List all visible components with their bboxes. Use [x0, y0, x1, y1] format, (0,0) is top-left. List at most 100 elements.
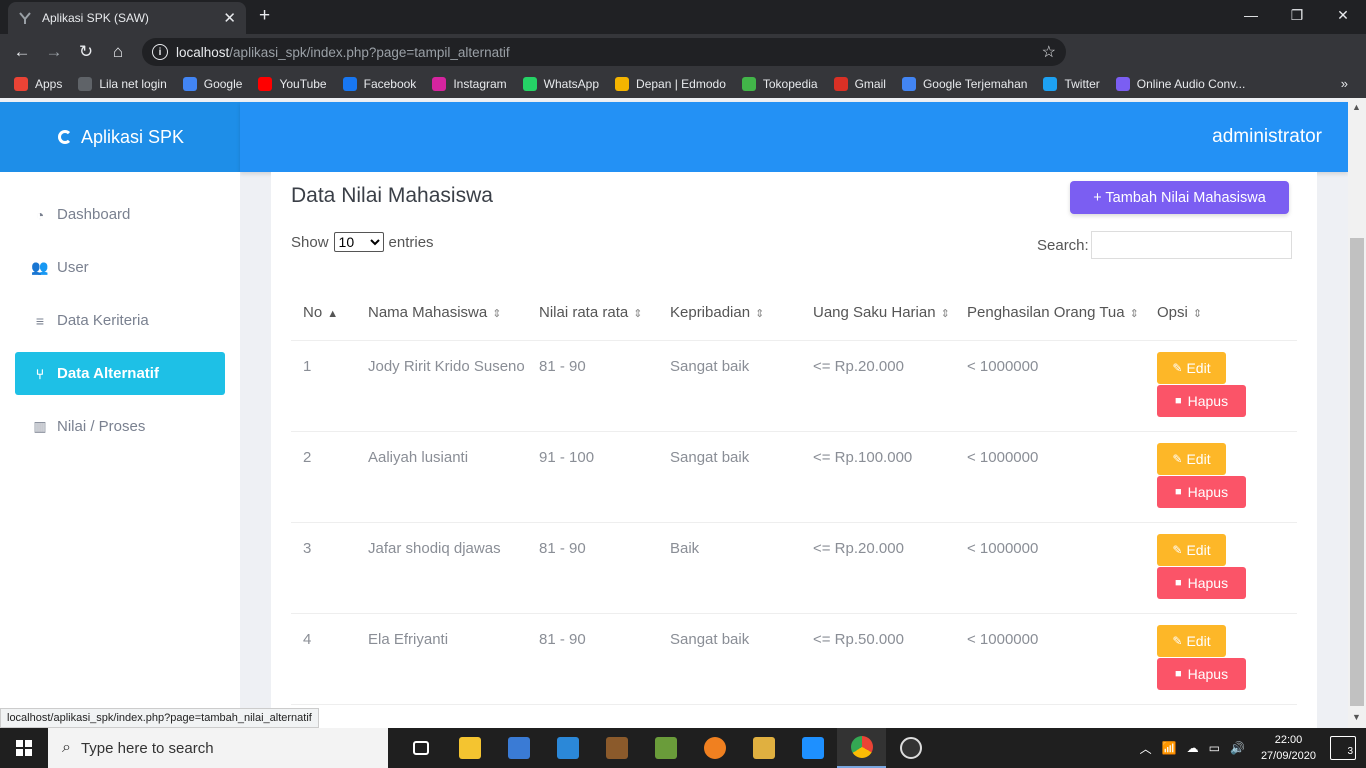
- show-label: Show: [291, 233, 329, 251]
- cell-uang-saku: <= Rp.20.000: [801, 340, 955, 432]
- back-icon[interactable]: ←: [6, 42, 38, 62]
- column-header-opsi[interactable]: Opsi ⇕: [1145, 272, 1297, 341]
- taskbar-search[interactable]: ⌕ Type here to search: [48, 728, 388, 768]
- tool-app-icon[interactable]: [739, 728, 788, 768]
- column-header-nilai[interactable]: Nilai rata rata ⇕: [527, 272, 658, 341]
- forward-icon[interactable]: →: [38, 42, 70, 62]
- network-icon[interactable]: 📶: [1162, 741, 1177, 755]
- window-close-icon[interactable]: ✕: [1320, 0, 1366, 30]
- bookmark-item[interactable]: Google: [182, 77, 242, 91]
- trash-icon: ■: [1174, 394, 1182, 407]
- page-scrollbar[interactable]: ▲ ▼: [1348, 98, 1366, 728]
- column-header-penghasilan[interactable]: Penghasilan Orang Tua ⇕: [955, 272, 1145, 341]
- notifications-icon[interactable]: 3: [1330, 736, 1356, 760]
- browser-tab[interactable]: Aplikasi SPK (SAW) ✕: [8, 2, 246, 34]
- dashboard-icon: ◔: [35, 206, 45, 223]
- address-bar[interactable]: i localhost/aplikasi_spk/index.php?page=…: [142, 38, 1066, 66]
- new-tab-icon[interactable]: +: [259, 6, 270, 26]
- app-brand[interactable]: Aplikasi SPK: [0, 102, 240, 172]
- bookmark-item[interactable]: Gmail: [833, 77, 886, 91]
- column-header-no[interactable]: No ▲: [291, 272, 356, 341]
- file-explorer-icon[interactable]: [445, 728, 494, 768]
- delete-button[interactable]: ■ Hapus: [1157, 384, 1246, 417]
- reload-icon[interactable]: ↻: [70, 42, 102, 62]
- windows-start-icon[interactable]: [0, 740, 48, 756]
- user-name[interactable]: administrator: [1212, 126, 1322, 148]
- scrollbar-thumb[interactable]: [1350, 238, 1364, 706]
- sidebar-item-label: Data Keriteria: [57, 312, 149, 329]
- obs-icon[interactable]: [886, 728, 935, 768]
- add-student-score-button[interactable]: + Tambah Nilai Mahasiswa: [1070, 181, 1289, 214]
- window-controls: — ❐ ✕: [1228, 0, 1366, 30]
- notes-app-icon[interactable]: [592, 728, 641, 768]
- sidebar-item-nilai-proses[interactable]: ▥ Nilai / Proses: [15, 405, 225, 448]
- bookmark-item[interactable]: WhatsApp: [522, 77, 599, 91]
- mail-icon[interactable]: [543, 728, 592, 768]
- bookmark-item[interactable]: Online Audio Conv...: [1115, 77, 1245, 91]
- search-input[interactable]: [1090, 231, 1292, 259]
- bookmark-label: Apps: [35, 77, 63, 91]
- bookmark-label: Lila net login: [99, 77, 167, 91]
- bar-chart-icon: ▥: [33, 418, 47, 434]
- bookmark-item[interactable]: Instagram: [432, 77, 507, 91]
- restore-icon[interactable]: ❐: [1274, 0, 1320, 30]
- delete-button[interactable]: ■ Hapus: [1157, 566, 1246, 599]
- bookmark-item[interactable]: Google Terjemahan: [901, 77, 1028, 91]
- clock[interactable]: 22:00 27/09/2020: [1261, 732, 1316, 764]
- scroll-up-icon[interactable]: ▲: [1352, 102, 1361, 112]
- bookmark-item[interactable]: Tokopedia: [741, 77, 818, 91]
- brand-logo-icon: [58, 130, 72, 144]
- volume-icon[interactable]: 🔊: [1230, 741, 1245, 755]
- bookmark-item[interactable]: Twitter: [1043, 77, 1100, 91]
- tab-close-icon[interactable]: ✕: [223, 9, 236, 27]
- scroll-down-icon[interactable]: ▼: [1352, 712, 1361, 722]
- task-view-icon[interactable]: [396, 728, 445, 768]
- gmail-icon: [833, 77, 848, 91]
- tray-chevron-icon[interactable]: ︿: [1140, 740, 1152, 757]
- minimize-icon[interactable]: —: [1228, 0, 1274, 30]
- sort-icon: ⇕: [633, 307, 643, 320]
- page-size-select[interactable]: 10: [333, 232, 384, 252]
- column-header-uang-saku[interactable]: Uang Saku Harian ⇕: [801, 272, 955, 341]
- bookmarks-overflow-icon[interactable]: »: [1341, 76, 1348, 91]
- bookmark-item[interactable]: Facebook: [342, 77, 416, 91]
- sidebar-item-data-keriteria[interactable]: ≡ Data Keriteria: [15, 299, 225, 342]
- bookmark-label: Twitter: [1064, 77, 1100, 91]
- sidebar-item-data-alternatif[interactable]: ⑂ Data Alternatif: [15, 352, 225, 395]
- cell-nama: Jody Ririt Krido Suseno: [356, 340, 527, 432]
- edit-button[interactable]: ✎ Edit: [1157, 624, 1226, 657]
- translate-icon: [901, 77, 916, 91]
- system-tray: ︿ 📶 ☁ ▭ 🔊 22:00 27/09/2020 3: [1140, 728, 1366, 768]
- bookmark-item[interactable]: Lila net login: [78, 77, 167, 91]
- blender-icon[interactable]: [690, 728, 739, 768]
- edit-button[interactable]: ✎ Edit: [1157, 351, 1226, 384]
- page-size-control: Show 10 entries: [291, 232, 434, 252]
- sidebar-item-user[interactable]: 👥 User: [15, 246, 225, 289]
- bookmark-item[interactable]: Apps: [14, 77, 62, 91]
- column-header-kepribadian[interactable]: Kepribadian ⇕: [658, 272, 801, 341]
- chrome-icon[interactable]: [837, 728, 886, 768]
- bookmark-label: YouTube: [279, 77, 327, 91]
- bookmark-item[interactable]: Depan | Edmodo: [615, 77, 726, 91]
- site-info-icon[interactable]: i: [152, 44, 168, 60]
- minecraft-icon[interactable]: [641, 728, 690, 768]
- edit-label: Edit: [1186, 541, 1211, 558]
- bookmark-star-icon[interactable]: ☆: [1042, 42, 1056, 62]
- trash-icon: ■: [1174, 576, 1182, 589]
- bookmarks-bar: Apps Lila net login Google YouTube Facebook I…: [0, 70, 1366, 98]
- home-icon[interactable]: ⌂: [102, 42, 134, 62]
- edit-button[interactable]: ✎ Edit: [1157, 533, 1226, 566]
- edit-button[interactable]: ✎ Edit: [1157, 442, 1226, 475]
- onedrive-icon[interactable]: ☁: [1187, 741, 1199, 755]
- sidebar-item-dashboard[interactable]: ◔ Dashboard: [15, 193, 225, 236]
- delete-button[interactable]: ■ Hapus: [1157, 475, 1246, 508]
- bookmark-item[interactable]: YouTube: [258, 77, 327, 91]
- table-row: 3 Jafar shodiq djawas 81 - 90 Baik <= Rp.20.…: [291, 522, 1297, 614]
- cell-penghasilan: < 1000000: [955, 613, 1145, 705]
- vscode-icon[interactable]: [788, 728, 837, 768]
- input-method-icon[interactable]: ▭: [1209, 741, 1220, 755]
- column-header-nama[interactable]: Nama Mahasiswa ⇕: [356, 272, 527, 341]
- store-icon[interactable]: [494, 728, 543, 768]
- bookmark-label: Google Terjemahan: [922, 77, 1028, 91]
- delete-button[interactable]: ■ Hapus: [1157, 657, 1246, 690]
